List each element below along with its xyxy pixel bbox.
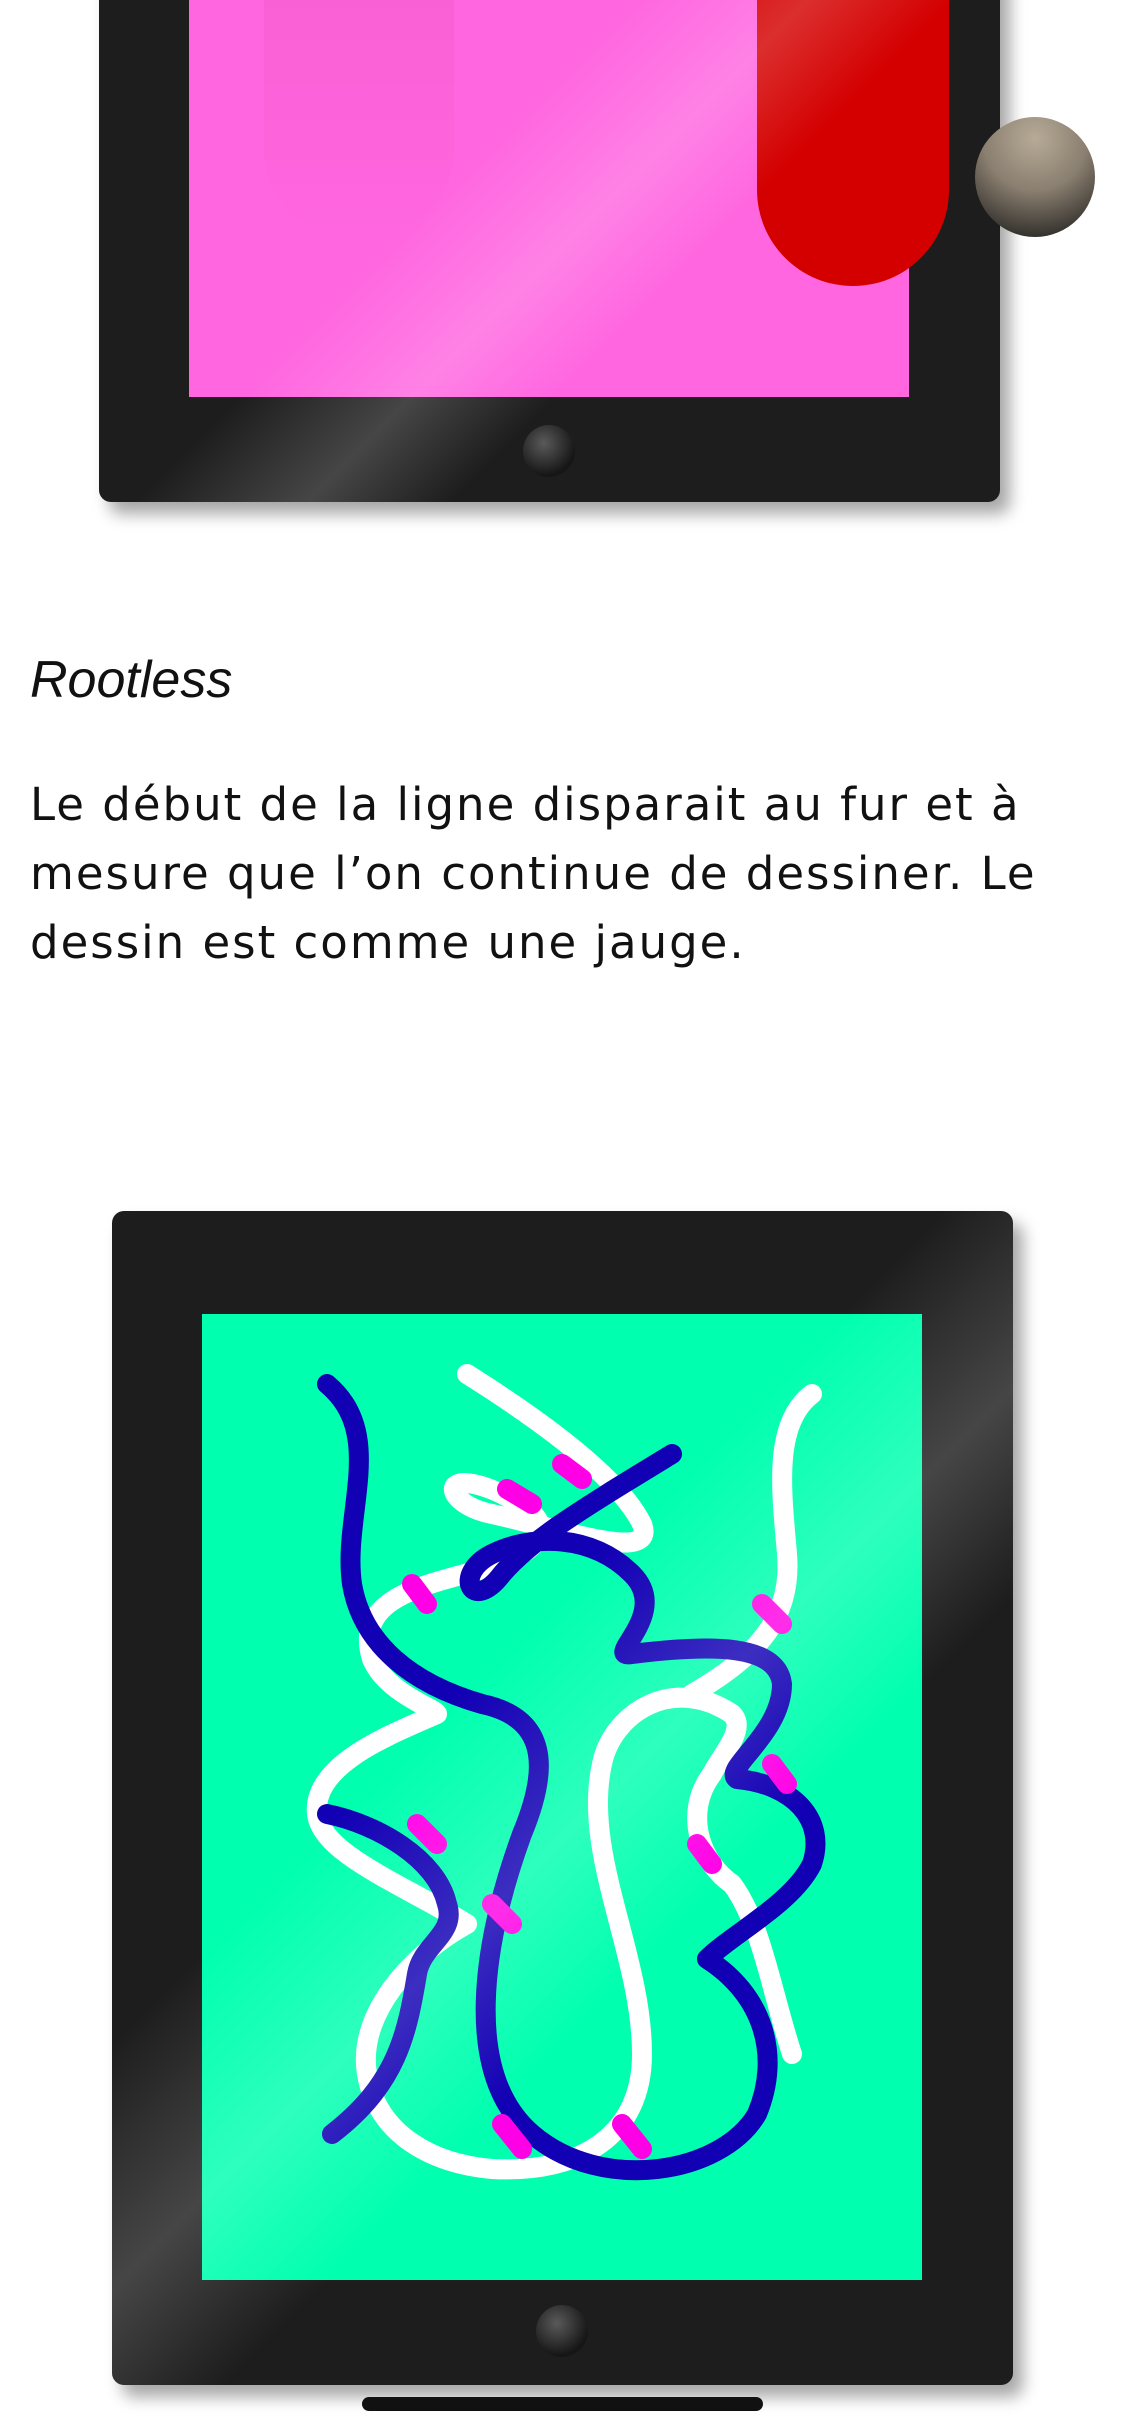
bottom-tablet-screen bbox=[202, 1314, 922, 2280]
bottom-tablet-illustration bbox=[112, 1211, 1013, 2385]
faded-stroke-shape bbox=[264, 0, 454, 240]
stylus-ball bbox=[975, 117, 1095, 237]
rootless-drawing bbox=[306, 1364, 826, 2181]
top-tablet-illustration bbox=[99, 0, 1000, 502]
top-tablet-screen bbox=[189, 0, 949, 397]
home-button-icon bbox=[523, 425, 575, 477]
red-pill-shape bbox=[757, 0, 949, 286]
home-indicator-bar[interactable] bbox=[362, 2397, 763, 2411]
section-title: Rootless bbox=[30, 651, 233, 709]
home-button-icon bbox=[536, 2305, 588, 2357]
section-description: Le début de la ligne disparait au fur et… bbox=[30, 778, 1037, 969]
